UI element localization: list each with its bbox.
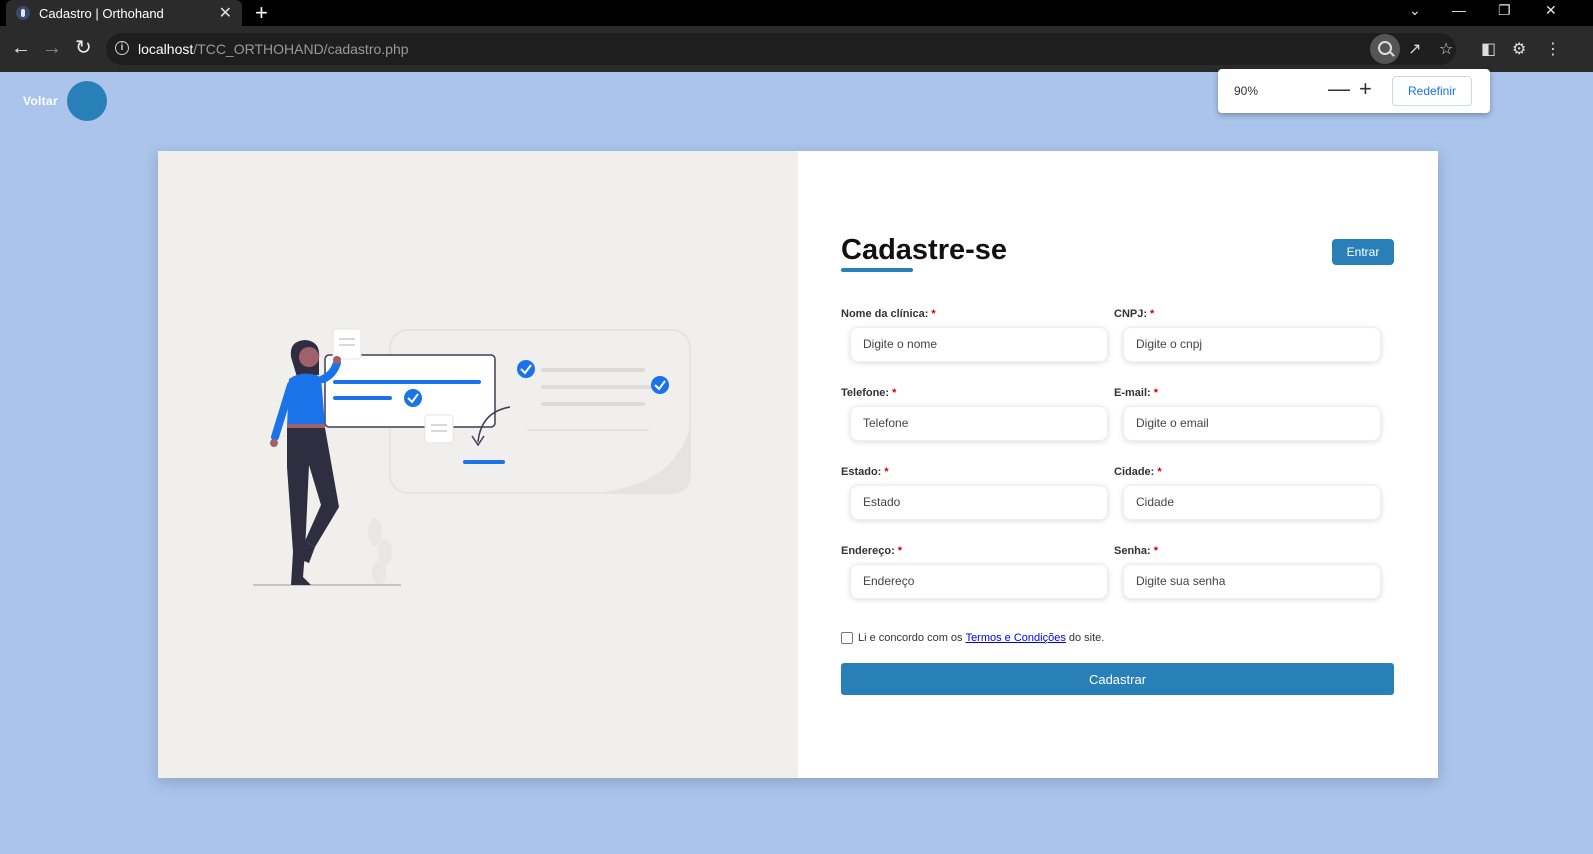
share-icon[interactable]: ↗ [1408,39,1421,59]
new-tab-button[interactable]: + [255,1,268,25]
menu-kebab-icon[interactable]: ⋮ [1545,39,1561,59]
back-link[interactable]: Voltar [23,94,58,108]
state-field: Estado: * Estado [841,466,1108,520]
phone-field: Telefone: * Telefone [841,387,1108,441]
site-info-icon[interactable]: i [115,41,129,55]
clinic-name-field: Nome da clínica: * Digite o nome [841,308,1108,362]
tab-search-dropdown-icon[interactable]: ⌄ [1409,2,1421,19]
password-input[interactable]: Digite sua senha [1123,564,1381,599]
register-button[interactable]: Cadastrar [841,663,1394,695]
login-button[interactable]: Entrar [1332,239,1394,265]
site-favicon-icon [16,6,30,20]
address-field: Endereço: * Endereço [841,545,1108,599]
register-card: Cadastre-se Entrar Nome da clínica: * Dig… [158,151,1438,778]
clinic-name-label: Nome da clínica: * [841,308,936,320]
forward-arrow-icon[interactable]: → [42,38,62,58]
terms-checkbox[interactable] [841,632,853,644]
url-text: localhost/TCC_ORTHOHAND/cadastro.php [138,41,409,57]
zoom-out-button[interactable]: — [1328,76,1350,102]
illustration-panel [158,151,798,778]
zoom-reset-button[interactable]: Redefinir [1392,76,1472,106]
back-circle-button[interactable] [67,81,107,121]
zoom-popup: 90% — + Redefinir [1218,69,1490,113]
zoom-level: 90% [1234,84,1259,98]
window-restore-button[interactable]: ❐ [1498,2,1511,19]
reload-icon[interactable]: ↻ [75,38,92,58]
check-circle-icon [651,376,669,394]
terms-suffix: do site. [1068,632,1105,644]
terms-prefix: Li e concordo com os [858,632,963,644]
bookmark-star-icon[interactable]: ☆ [1439,39,1453,59]
cnpj-field: CNPJ: * Digite o cnpj [1114,308,1381,362]
cnpj-label: CNPJ: * [1114,308,1155,320]
phone-label: Telefone: * [841,387,897,399]
page-title: Cadastre-se [841,234,1008,266]
state-label: Estado: * [841,466,889,478]
side-panel-icon[interactable]: ◧ [1481,39,1496,59]
address-input[interactable]: Endereço [850,564,1108,599]
zoom-magnifier-icon[interactable] [1370,34,1400,64]
signup-illustration [253,328,691,586]
state-input[interactable]: Estado [850,485,1108,520]
cnpj-input[interactable]: Digite o cnpj [1123,327,1381,362]
email-field: E-mail: * Digite o email [1114,387,1381,441]
password-field: Senha: * Digite sua senha [1114,545,1381,599]
zoom-in-button[interactable]: + [1359,76,1372,102]
city-input[interactable]: Cidade [1123,485,1381,520]
back-arrow-icon[interactable]: ← [11,38,31,58]
check-circle-icon [517,360,535,378]
window-minimize-button[interactable]: — [1452,2,1466,18]
title-underline [841,268,913,272]
city-field: Cidade: * Cidade [1114,466,1381,520]
check-circle-icon [404,389,422,407]
terms-row: Li e concordo com os Termos e Condições … [841,632,1104,644]
email-label: E-mail: * [1114,387,1158,399]
address-bar[interactable]: i localhost/TCC_ORTHOHAND/cadastro.php ↗… [106,33,1456,65]
window-close-button[interactable]: ✕ [1545,2,1557,19]
city-label: Cidade: * [1114,466,1162,478]
browser-toolbar: ← → ↻ i localhost/TCC_ORTHOHAND/cadastro… [0,26,1593,72]
extension-icon[interactable]: ⚙ [1512,39,1526,59]
browser-tab-bar: Cadastro | Orthohand ✕ + ⌄ — ❐ ✕ [0,0,1593,26]
browser-tab[interactable]: Cadastro | Orthohand ✕ [6,0,242,26]
clinic-name-input[interactable]: Digite o nome [850,327,1108,362]
password-label: Senha: * [1114,545,1158,557]
tab-title: Cadastro | Orthohand [39,5,164,21]
form-panel: Cadastre-se Entrar Nome da clínica: * Dig… [798,151,1438,778]
terms-link[interactable]: Termos e Condições [966,632,1066,644]
email-input[interactable]: Digite o email [1123,406,1381,441]
address-label: Endereço: * [841,545,903,557]
tab-close-icon[interactable]: ✕ [219,3,232,23]
phone-input[interactable]: Telefone [850,406,1108,441]
